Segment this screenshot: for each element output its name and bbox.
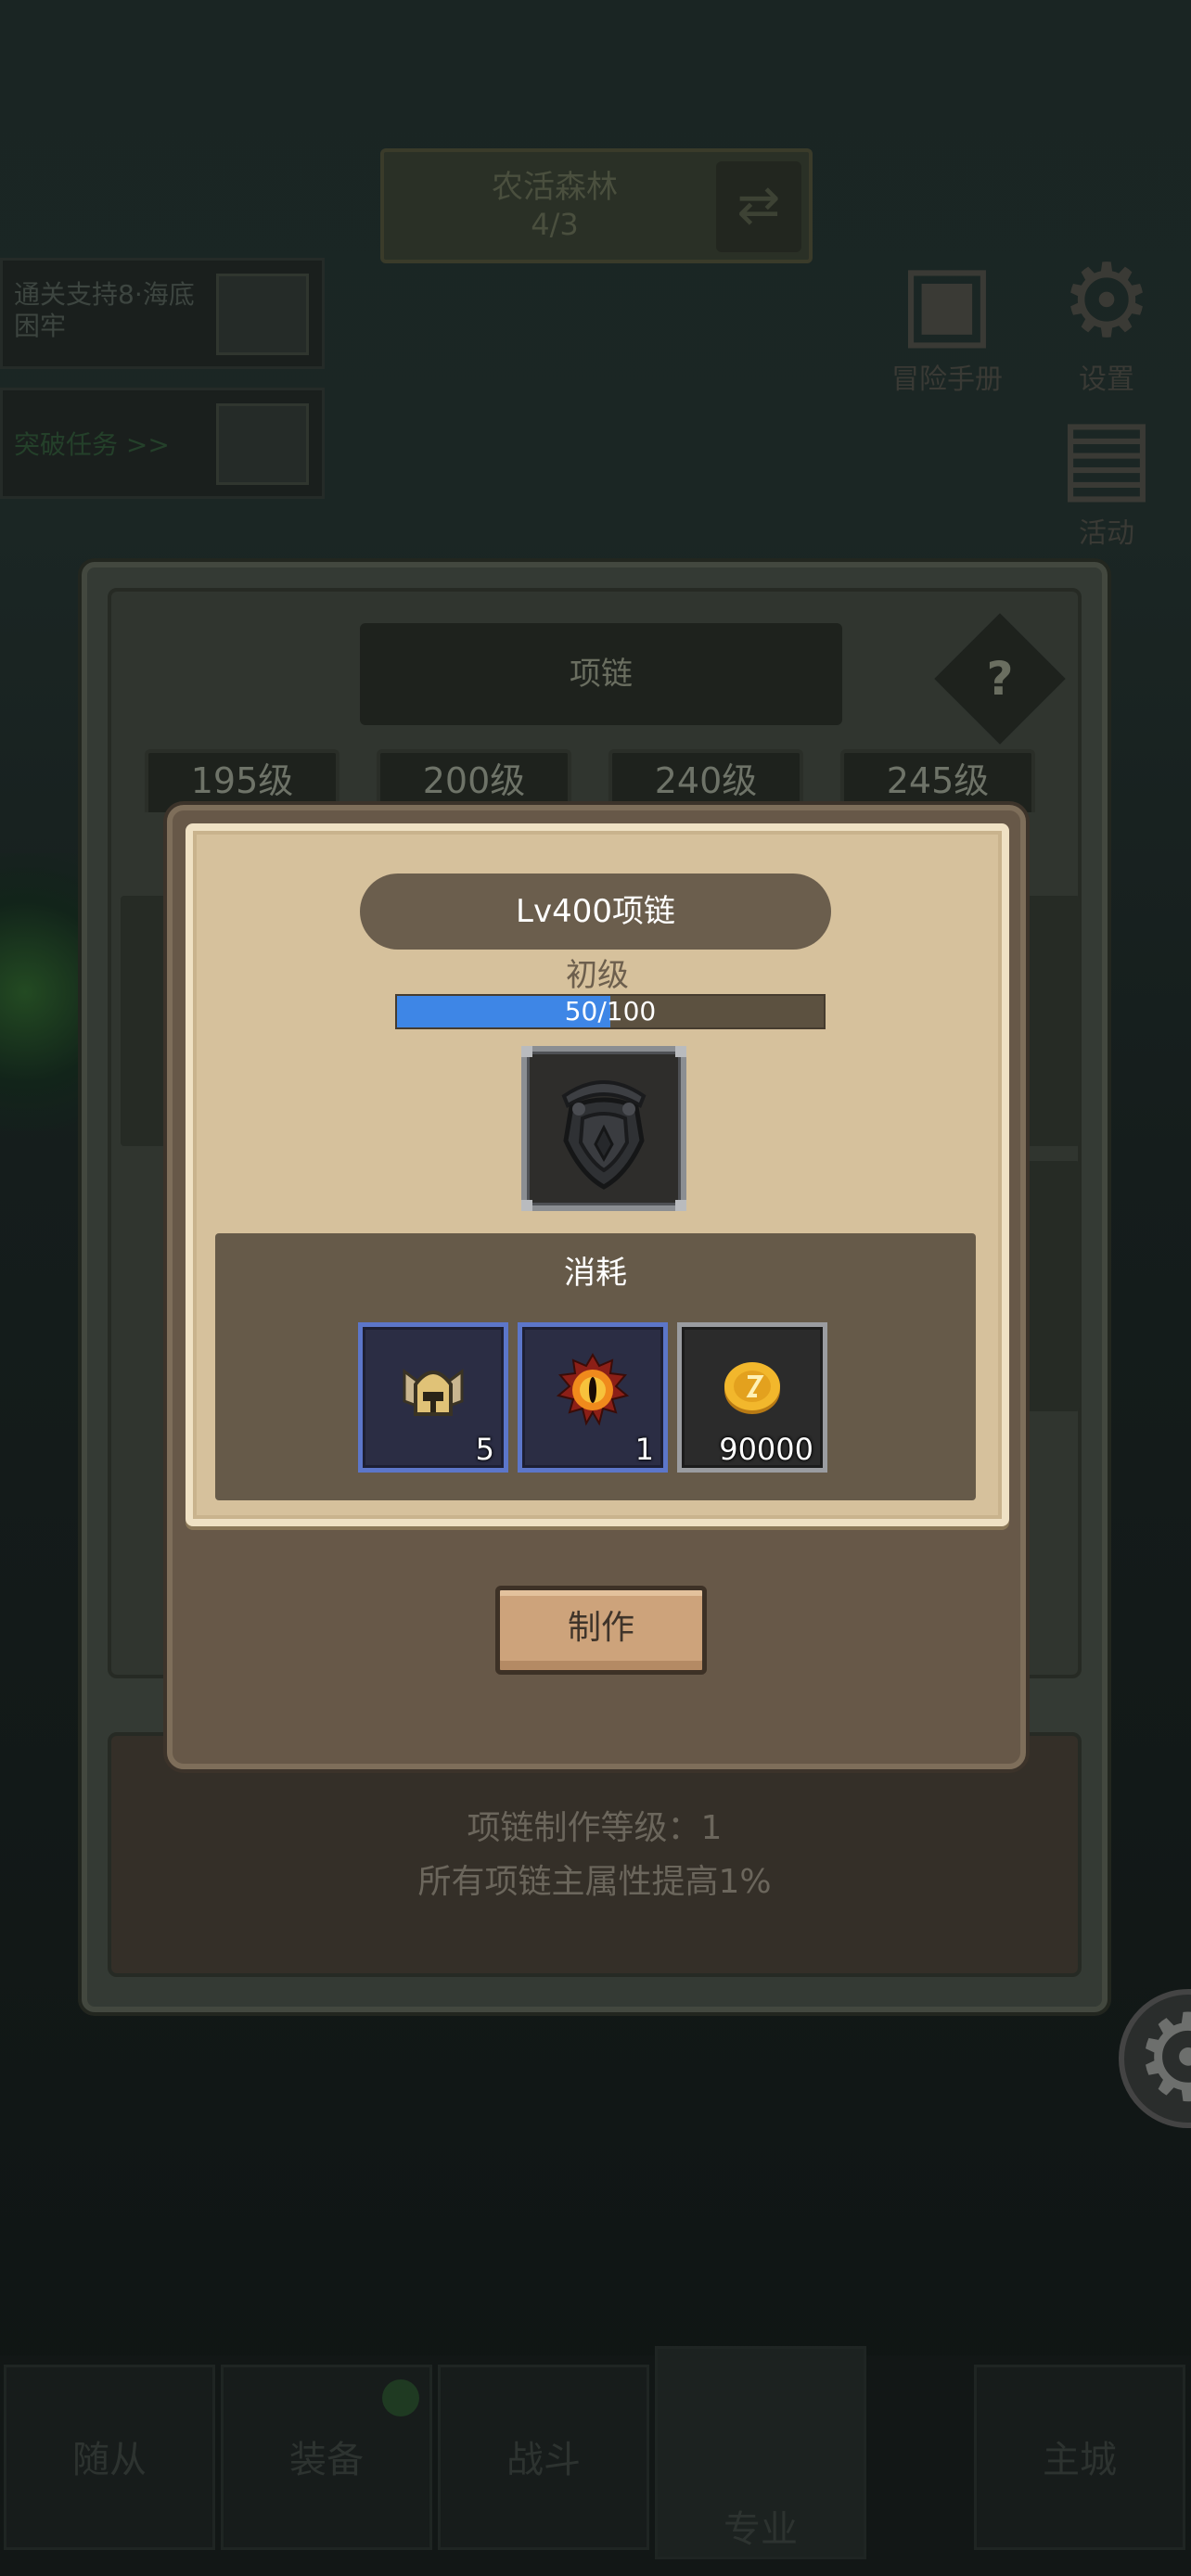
- frame-corner: [675, 1046, 686, 1057]
- tab-profession[interactable]: 专业: [655, 2346, 866, 2559]
- necklace-icon: [561, 1080, 647, 1190]
- item-name-banner: Lv400项链: [360, 874, 831, 950]
- bottom-navigation: 随从 装备 战斗 专业 主城: [0, 2346, 1191, 2576]
- gear-icon: ⚙: [1060, 241, 1153, 360]
- demon-eye-icon: [556, 1353, 630, 1426]
- craft-button[interactable]: 制作: [495, 1586, 707, 1675]
- quest-text: 通关支持8·海底困牢: [14, 279, 195, 341]
- tab-followers[interactable]: 随从: [4, 2365, 215, 2550]
- help-icon[interactable]: ?: [954, 632, 1046, 725]
- cost-count: 5: [475, 1432, 494, 1467]
- craft-popup: Lv400项链 初级 50/100 消耗 5 1 90000 制作: [167, 805, 1026, 1769]
- cost-count: 1: [634, 1432, 654, 1467]
- cost-item-helmet[interactable]: 5: [358, 1322, 508, 1473]
- quest-thumbnail: [216, 274, 309, 355]
- craft-card: Lv400项链 初级 50/100 消耗 5 1 90000: [186, 823, 1009, 1526]
- craft-level-text: 项链制作等级：1: [467, 1809, 723, 1847]
- tab-main-city[interactable]: 主城: [974, 2365, 1185, 2550]
- settings-button[interactable]: ⚙ 设置: [1037, 245, 1176, 397]
- level-tab-195[interactable]: 195级: [145, 749, 339, 812]
- swap-icon[interactable]: ⇄: [716, 161, 801, 252]
- scroll-icon: ▤: [1058, 395, 1155, 514]
- recipe-slot: [1024, 896, 1080, 1146]
- activity-button[interactable]: ▤ 活动: [1037, 399, 1176, 551]
- level-tab-240[interactable]: 240级: [608, 749, 803, 812]
- tab-battle[interactable]: 战斗: [438, 2365, 649, 2550]
- quest-text: 突破任务 >>: [14, 429, 170, 460]
- quest-panel-support[interactable]: 通关支持8·海底困牢: [0, 258, 325, 369]
- frame-corner: [521, 1046, 532, 1057]
- adventure-book-button[interactable]: ▣ 冒险手册: [877, 245, 1017, 397]
- recipe-slot: [1024, 1161, 1080, 1411]
- cost-item-demon-eye[interactable]: 1: [518, 1322, 668, 1473]
- auto-gear-icon[interactable]: ⚙: [1119, 1989, 1191, 2128]
- quest-thumbnail: [216, 403, 309, 485]
- book-icon: ▣: [899, 241, 995, 360]
- progress-text: 50/100: [564, 996, 657, 1027]
- gold-coin-icon: [724, 1362, 780, 1414]
- cost-count: 90000: [719, 1432, 813, 1467]
- level-tab-245[interactable]: 245级: [840, 749, 1035, 812]
- notification-dot: [382, 2379, 419, 2417]
- settings-label: 设置: [1079, 363, 1134, 396]
- cost-panel: 消耗 5 1 90000: [215, 1233, 976, 1500]
- grade-label: 初级: [566, 957, 629, 994]
- quest-panel-breakthrough[interactable]: 突破任务 >>: [0, 388, 325, 499]
- panel-title: 项链: [360, 623, 842, 725]
- frame-corner: [521, 1200, 532, 1211]
- result-item-slot[interactable]: [521, 1046, 686, 1211]
- cost-item-gold[interactable]: 90000: [677, 1322, 827, 1473]
- adventure-book-label: 冒险手册: [891, 363, 1003, 396]
- bonus-text: 所有项链主属性提高1%: [417, 1863, 772, 1901]
- frame-corner: [675, 1200, 686, 1211]
- activity-label: 活动: [1079, 517, 1134, 550]
- stage-progress: 4/3: [531, 207, 579, 242]
- stage-title: 农活森林: [492, 169, 618, 206]
- stage-title-box[interactable]: 农活森林 4/3 ⇄: [380, 148, 813, 263]
- proficiency-progress-bar: 50/100: [395, 994, 826, 1029]
- character-glow: [0, 853, 83, 1131]
- helmet-icon: [403, 1369, 464, 1416]
- level-tab-200[interactable]: 200级: [377, 749, 571, 812]
- cost-title: 消耗: [564, 1255, 627, 1292]
- game-screen: { "hud": { "title": "农活森林", "title_sub":…: [0, 0, 1191, 2576]
